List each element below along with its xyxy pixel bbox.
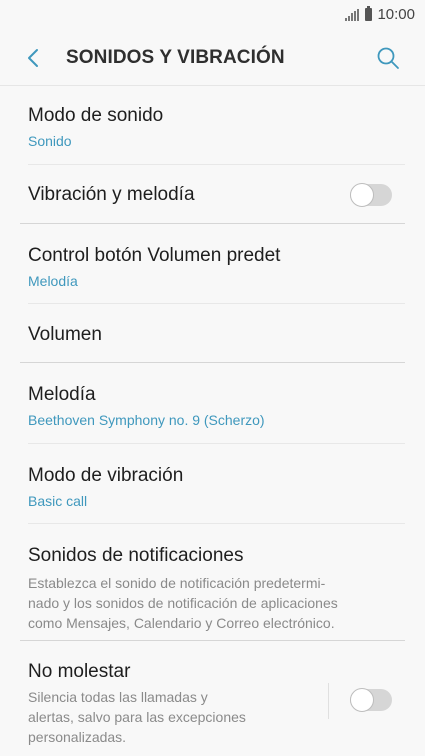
toggle-knob: [350, 183, 374, 207]
setting-label: Vibración y melodía: [28, 184, 195, 205]
setting-label: Modo de sonido: [28, 105, 164, 126]
setting-description: Establezca el sonido de notificación pre…: [28, 575, 338, 631]
status-time: 10:00: [377, 6, 415, 23]
status-indicators: 10:00: [345, 6, 415, 23]
setting-value: Sonido: [28, 133, 72, 149]
search-icon[interactable]: [375, 45, 401, 71]
toggle-knob: [350, 688, 374, 712]
setting-ringtone[interactable]: Melodía Beethoven Symphony no. 9 (Scherz…: [0, 363, 425, 444]
battery-icon: [365, 6, 373, 21]
setting-description: Silencia todas las llamadas y alertas, s…: [28, 689, 246, 745]
setting-label: No molestar: [28, 661, 131, 682]
setting-vibration-melody[interactable]: Vibración y melodía: [0, 165, 425, 224]
back-arrow-icon[interactable]: [22, 46, 46, 70]
setting-vibration-pattern[interactable]: Modo de vibración Basic call: [0, 444, 425, 524]
setting-volume-button-control[interactable]: Control botón Volumen predet Melodía: [0, 224, 425, 304]
setting-label: Modo de vibración: [28, 465, 184, 486]
signal-icon: [345, 8, 360, 21]
setting-label: Melodía: [28, 384, 96, 405]
setting-value: Basic call: [28, 493, 88, 509]
setting-volume[interactable]: Volumen: [0, 304, 425, 363]
page-title: SONIDOS Y VIBRACIÓN: [66, 47, 285, 68]
setting-label: Sonidos de notificaciones: [28, 545, 244, 566]
setting-value: Beethoven Symphony no. 9 (Scherzo): [28, 412, 265, 428]
vertical-divider: [328, 683, 329, 719]
app-bar: SONIDOS Y VIBRACIÓN: [0, 30, 425, 86]
setting-do-not-disturb[interactable]: No molestar Silencia todas las llamadas …: [0, 641, 425, 756]
setting-label: Control botón Volumen predet: [28, 245, 281, 266]
setting-notification-sounds[interactable]: Sonidos de notificaciones Establezca el …: [0, 524, 425, 641]
vibration-melody-toggle[interactable]: [350, 183, 392, 207]
setting-sound-mode[interactable]: Modo de sonido Sonido: [0, 86, 425, 165]
do-not-disturb-toggle[interactable]: [350, 688, 392, 712]
settings-list: Modo de sonido Sonido Vibración y melodí…: [0, 86, 425, 756]
setting-value: Melodía: [28, 273, 78, 289]
status-bar: 10:00: [0, 0, 425, 30]
setting-label: Volumen: [28, 324, 102, 345]
